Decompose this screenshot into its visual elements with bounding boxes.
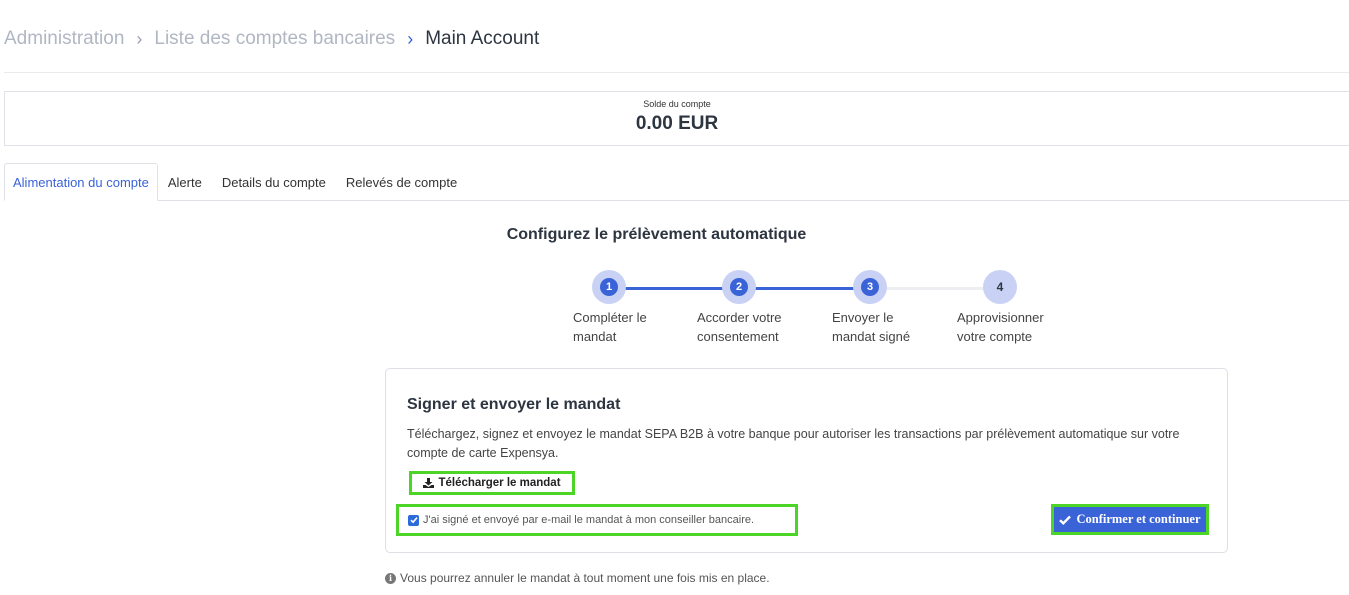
balance-label: Solde du compte: [643, 99, 711, 109]
step-1-number: 1: [600, 278, 618, 296]
step-2-label-line1: Accorder votre: [697, 310, 782, 325]
confirm-continue-label: Confirmer et continuer: [1076, 512, 1201, 526]
card-title: Signer et envoyer le mandat: [407, 396, 621, 413]
section-title-text: Configurez le prélèvement automatique: [506, 226, 807, 243]
step-3-label-line2: mandat signé: [832, 329, 911, 344]
step-3-indicator: 3: [853, 270, 887, 304]
breadcrumb-administration[interactable]: Administration: [4, 28, 124, 50]
download-mandate-button[interactable]: Télécharger le mandat: [409, 471, 575, 495]
step-2-label-line2: consentement: [697, 329, 779, 344]
tab-releves[interactable]: Relevés de compte: [336, 163, 467, 201]
step-2-number: 2: [730, 278, 748, 296]
mandate-card: Signer et envoyer le mandat Téléchargez,…: [385, 368, 1228, 553]
step-2-indicator: 2: [722, 270, 756, 304]
step-connector-1: [609, 287, 739, 290]
step-connector-2: [739, 287, 870, 290]
step-1-label-line1: Compléter le: [573, 310, 647, 325]
step-1-label-line2: mandat: [573, 329, 617, 344]
step-4-indicator: 4: [983, 270, 1017, 304]
card-description: Téléchargez, signez et envoyez le mandat…: [407, 427, 1180, 460]
breadcrumb-bank-accounts[interactable]: Liste des comptes bancaires: [154, 28, 395, 50]
mandate-signed-checkbox[interactable]: [408, 514, 419, 526]
confirm-continue-button[interactable]: Confirmer et continuer: [1051, 504, 1209, 535]
mandate-signed-label: J'ai signé et envoyé par e-mail le manda…: [423, 514, 755, 526]
cancellation-note-text: Vous pourrez annuler le mandat à tout mo…: [400, 571, 770, 585]
step-3-label-line1: Envoyer le: [832, 310, 894, 325]
breadcrumb: Administration › Liste des comptes banca…: [4, 26, 539, 52]
account-tabs: Alimentation du compte Alerte Details du…: [4, 163, 1349, 201]
tab-details[interactable]: Details du compte: [212, 163, 336, 201]
step-connector-3: [870, 287, 1000, 290]
check-icon: [409, 517, 418, 524]
page-title: Main Account: [425, 28, 540, 49]
section-title: Configurez le prélèvement automatique: [0, 226, 1349, 244]
step-4-label-line2: votre compte: [957, 329, 1033, 344]
check-icon: [1059, 515, 1072, 525]
progress-stepper: 1 2 3 4 Compléter le mandat Accorder vot…: [570, 270, 1070, 350]
header-divider: [4, 72, 1349, 73]
cancellation-note: i Vous pourrez annuler le mandat à tout …: [385, 571, 770, 585]
step-1-label: Compléter le mandat: [573, 308, 647, 346]
account-balance-panel: Solde du compte 0.00 EUR: [4, 91, 1349, 146]
step-3-label: Envoyer le mandat signé: [832, 308, 910, 346]
step-3-number: 3: [861, 278, 879, 296]
download-mandate-label: Télécharger le mandat: [438, 477, 561, 489]
step-4-label-line1: Approvisionner: [957, 310, 1044, 325]
chevron-right-icon: ›: [136, 28, 143, 49]
info-icon: i: [385, 572, 396, 584]
mandate-signed-checkbox-row[interactable]: J'ai signé et envoyé par e-mail le manda…: [396, 504, 798, 536]
step-4-label: Approvisionner votre compte: [957, 308, 1044, 346]
tab-alerte[interactable]: Alerte: [158, 163, 212, 201]
step-2-label: Accorder votre consentement: [697, 308, 782, 346]
balance-value: 0.00 EUR: [635, 113, 719, 134]
chevron-right-icon: ›: [407, 28, 414, 49]
download-icon: [423, 478, 435, 488]
step-1-indicator: 1: [592, 270, 626, 304]
step-4-number: 4: [996, 280, 1004, 294]
tab-alimentation[interactable]: Alimentation du compte: [4, 163, 158, 201]
